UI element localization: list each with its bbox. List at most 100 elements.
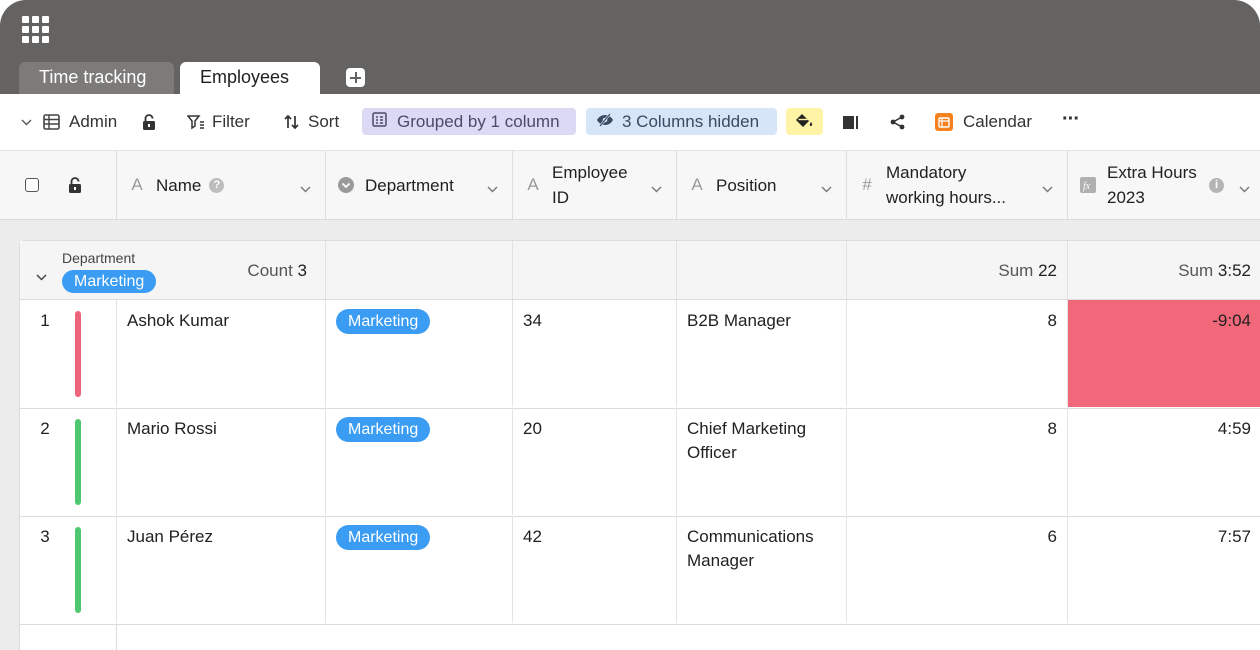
department-pill: Marketing	[336, 525, 431, 550]
group-header: Department Marketing Count 3 Sum 22 Sum …	[20, 241, 1260, 300]
app-window: Time tracking Employees Admin Filter Sor…	[0, 0, 1260, 650]
paint-bucket-icon[interactable]	[786, 108, 823, 135]
number-icon: #	[862, 175, 872, 194]
department-pill: Marketing	[336, 417, 431, 442]
extra-hours-cell[interactable]: 4:59	[1068, 408, 1260, 515]
calendar-button[interactable]: Calendar	[935, 94, 1032, 150]
svg-text:fx: fx	[1083, 181, 1091, 192]
row-height-icon[interactable]	[842, 94, 859, 150]
hidden-columns-button[interactable]: 3 Columns hidden	[586, 108, 777, 135]
filter-button[interactable]: Filter	[187, 94, 250, 150]
tab-time-tracking[interactable]: Time tracking	[19, 62, 174, 94]
text-icon: A	[131, 175, 143, 194]
employee-id-cell[interactable]: 20	[513, 408, 677, 515]
tab-employees[interactable]: Employees	[180, 62, 320, 115]
department-pill: Marketing	[336, 309, 431, 334]
view-switcher[interactable]: Admin	[21, 94, 117, 150]
collapse-group-icon[interactable]	[36, 266, 47, 286]
chevron-down-icon[interactable]	[821, 178, 832, 198]
extra-hours-cell[interactable]: 7:57	[1068, 516, 1260, 623]
select-all-checkbox[interactable]	[25, 178, 39, 192]
column-header-name[interactable]: A Name ?	[117, 151, 326, 219]
hours-cell[interactable]: 8	[847, 300, 1068, 407]
name-cell[interactable]: Ashok Kumar	[117, 300, 326, 407]
column-header-extra-hours[interactable]: fx Extra Hours 2023 i	[1068, 151, 1260, 219]
row-color-bar	[75, 527, 81, 613]
add-tab-button[interactable]	[346, 68, 365, 87]
department-cell[interactable]: Marketing	[326, 300, 513, 407]
column-header-mandatory-hours[interactable]: # Mandatory working hours...	[847, 151, 1068, 219]
group-cell	[326, 241, 513, 299]
employee-id-cell[interactable]: 34	[513, 300, 677, 407]
column-header-department[interactable]: Department	[326, 151, 513, 219]
row-color-bar	[75, 311, 81, 397]
extra-hours-cell[interactable]: -9:04	[1068, 300, 1260, 407]
row-handle-cell: 1	[20, 300, 117, 407]
group-by-button[interactable]: Grouped by 1 column	[362, 108, 576, 135]
group-sum-extra: Sum 3:52	[1068, 241, 1260, 299]
group-icon	[372, 111, 387, 132]
position-cell[interactable]: Communications Manager	[677, 516, 847, 623]
column-header-row: A Name ? Department A Employee ID A Posi…	[0, 151, 1260, 220]
row-number: 1	[40, 311, 50, 330]
chevron-down-icon	[21, 119, 32, 126]
employee-id-cell[interactable]: 42	[513, 516, 677, 623]
row-handle-cell: 2	[20, 408, 117, 515]
lock-icon[interactable]	[68, 177, 82, 199]
department-cell[interactable]: Marketing	[326, 516, 513, 623]
lock-icon[interactable]	[142, 94, 156, 150]
group-sum-hours: Sum 22	[847, 241, 1068, 299]
table-row[interactable]: 2 Mario Rossi Marketing 20 Chief Marketi…	[20, 408, 1260, 517]
view-toolbar: Admin Filter Sort Grouped by 1 column 3 …	[0, 94, 1260, 151]
share-icon[interactable]	[889, 94, 906, 150]
position-cell[interactable]: B2B Manager	[677, 300, 847, 407]
text-icon: A	[691, 175, 703, 194]
header-controls	[0, 151, 117, 219]
help-icon[interactable]: ?	[209, 177, 225, 193]
name-cell[interactable]: Mario Rossi	[117, 408, 326, 515]
chevron-down-icon[interactable]	[1042, 178, 1053, 198]
group-field-label: Department	[62, 250, 136, 266]
add-row-area[interactable]	[20, 625, 1260, 650]
column-header-position[interactable]: A Position	[677, 151, 847, 219]
sum-hours: Sum 22	[998, 261, 1057, 280]
records-table: Department Marketing Count 3 Sum 22 Sum …	[19, 240, 1260, 650]
group-cell	[677, 241, 847, 299]
chevron-down-icon[interactable]	[487, 178, 498, 198]
apps-grid-icon[interactable]	[22, 16, 49, 43]
text-icon: A	[527, 175, 539, 194]
group-count: Count 3	[247, 261, 307, 280]
chevron-down-icon[interactable]	[1239, 178, 1250, 198]
filter-icon	[187, 114, 205, 130]
hours-cell[interactable]: 6	[847, 516, 1068, 623]
sort-button[interactable]: Sort	[284, 94, 339, 150]
row-number: 2	[40, 419, 50, 438]
table-row[interactable]: 3 Juan Pérez Marketing 42 Communications…	[20, 516, 1260, 625]
chevron-down-icon[interactable]	[300, 178, 311, 198]
column-header-employee-id[interactable]: A Employee ID	[513, 151, 677, 219]
group-label-cell: Department Marketing Count 3	[20, 241, 326, 299]
hours-cell[interactable]: 8	[847, 408, 1068, 515]
calendar-icon	[935, 113, 953, 131]
department-cell[interactable]: Marketing	[326, 408, 513, 515]
single-select-icon	[338, 177, 354, 193]
divider	[116, 625, 117, 650]
row-number: 3	[40, 527, 50, 546]
grid-area: A Name ? Department A Employee ID A Posi…	[0, 151, 1260, 650]
position-cell[interactable]: Chief Marketing Officer	[677, 408, 847, 515]
chevron-down-icon[interactable]	[651, 178, 662, 198]
name-cell[interactable]: Juan Pérez	[117, 516, 326, 623]
formula-icon: fx	[1080, 177, 1096, 193]
info-icon[interactable]: i	[1209, 178, 1224, 193]
table-row[interactable]: 1 Ashok Kumar Marketing 34 B2B Manager 8…	[20, 300, 1260, 409]
row-color-bar	[75, 419, 81, 505]
sort-icon	[284, 114, 300, 130]
grid-view-icon	[43, 114, 60, 130]
row-handle-cell: 3	[20, 516, 117, 623]
group-value-pill: Marketing	[62, 270, 157, 293]
eye-off-icon	[596, 112, 614, 132]
sum-extra: Sum 3:52	[1178, 261, 1251, 280]
more-options-icon[interactable]: ···	[1062, 91, 1080, 147]
view-name: Admin	[69, 112, 118, 131]
group-cell	[513, 241, 677, 299]
